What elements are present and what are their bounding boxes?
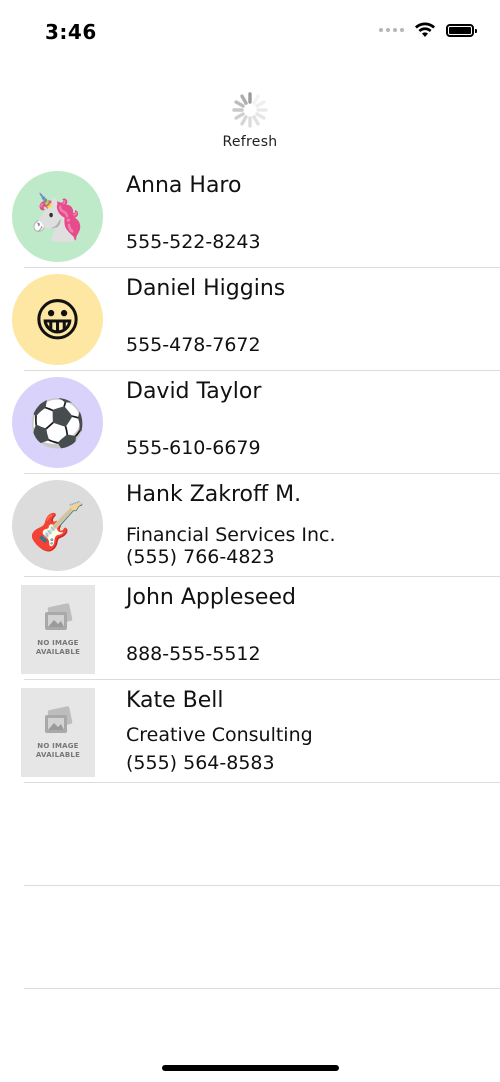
contact-phone: (555) 766-4823 bbox=[126, 546, 275, 568]
refresh-label: Refresh bbox=[222, 134, 278, 150]
guitar-icon: 🎸 bbox=[28, 498, 87, 553]
battery-icon bbox=[446, 23, 477, 37]
contact-row[interactable]: ⚽ David Taylor 555-610-6679 bbox=[0, 371, 500, 474]
contact-phone: (555) 564-8583 bbox=[126, 752, 275, 774]
photo-placeholder-icon bbox=[45, 602, 73, 630]
separator bbox=[24, 782, 500, 783]
contact-name: Kate Bell bbox=[126, 688, 224, 713]
photo-placeholder-icon bbox=[45, 705, 73, 733]
contact-company: Creative Consulting bbox=[126, 724, 313, 746]
contact-name: David Taylor bbox=[126, 379, 262, 404]
no-image-placeholder: NO IMAGE AVAILABLE bbox=[21, 688, 95, 777]
status-bar: 3:46 bbox=[0, 0, 500, 64]
contact-row[interactable]: 🎸 Hank Zakroff M. Financial Services Inc… bbox=[0, 474, 500, 577]
contact-row[interactable]: NO IMAGE AVAILABLE Kate Bell Creative Con… bbox=[0, 680, 500, 783]
contact-name: Hank Zakroff M. bbox=[126, 482, 302, 507]
avatar: 🎸 bbox=[12, 480, 103, 571]
empty-row-separator bbox=[24, 885, 500, 886]
wifi-icon bbox=[415, 22, 435, 37]
contact-company: Financial Services Inc. bbox=[126, 524, 336, 546]
contact-row[interactable]: 🦄 Anna Haro 555-522-8243 bbox=[0, 165, 500, 268]
avatar: 😀 bbox=[12, 274, 103, 365]
refresh-control[interactable]: Refresh bbox=[0, 90, 500, 150]
spinner-icon bbox=[232, 92, 268, 128]
contact-name: John Appleseed bbox=[126, 585, 296, 610]
avatar: 🦄 bbox=[12, 171, 103, 262]
unicorn-icon: 🦄 bbox=[28, 189, 87, 244]
status-icons bbox=[379, 22, 477, 38]
contact-phone: 555-610-6679 bbox=[126, 437, 261, 459]
smiley-icon: 😀 bbox=[33, 292, 82, 347]
no-image-placeholder: NO IMAGE AVAILABLE bbox=[21, 585, 95, 674]
contact-phone: 888-555-5512 bbox=[126, 643, 261, 665]
contact-row[interactable]: NO IMAGE AVAILABLE John Appleseed 888-555… bbox=[0, 577, 500, 680]
signal-dots-icon bbox=[379, 28, 404, 32]
contact-phone: 555-522-8243 bbox=[126, 231, 261, 253]
soccer-ball-icon: ⚽ bbox=[28, 395, 87, 450]
no-image-text: NO IMAGE AVAILABLE bbox=[35, 741, 81, 759]
contact-phone: 555-478-7672 bbox=[126, 334, 261, 356]
contact-name: Anna Haro bbox=[126, 173, 242, 198]
contact-list: 🦄 Anna Haro 555-522-8243 😀 Daniel Higgin… bbox=[0, 165, 500, 783]
empty-row-separator bbox=[24, 988, 500, 989]
status-time: 3:46 bbox=[45, 20, 97, 44]
avatar: ⚽ bbox=[12, 377, 103, 468]
no-image-text: NO IMAGE AVAILABLE bbox=[35, 638, 81, 656]
contact-row[interactable]: 😀 Daniel Higgins 555-478-7672 bbox=[0, 268, 500, 371]
contact-name: Daniel Higgins bbox=[126, 276, 286, 301]
home-indicator[interactable] bbox=[162, 1065, 339, 1071]
